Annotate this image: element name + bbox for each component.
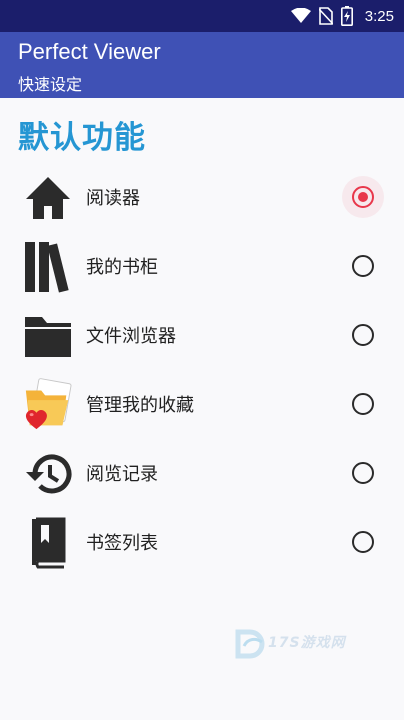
status-icons: 3:25	[290, 5, 394, 27]
watermark: 17S游戏网	[234, 628, 364, 664]
watermark-text: 17S游戏网	[268, 635, 346, 651]
favorite-folder-icon	[22, 378, 74, 431]
radio-file-browser[interactable]	[352, 324, 374, 346]
home-icon	[22, 172, 74, 224]
section-header: 默认功能	[18, 120, 146, 156]
option-reader[interactable]: 阅读器	[0, 164, 404, 233]
history-icon	[22, 448, 74, 500]
radio-manage-favorites[interactable]	[352, 393, 374, 415]
radio-reader[interactable]	[352, 186, 374, 208]
option-manage-favorites[interactable]: 管理我的收藏	[0, 371, 404, 440]
option-reading-history[interactable]: 阅览记录	[0, 440, 404, 509]
option-label: 文件浏览器	[86, 326, 176, 347]
folder-icon	[22, 310, 74, 362]
status-bar: 3:25	[0, 0, 404, 32]
option-label: 阅读器	[86, 188, 140, 209]
wifi-icon	[290, 8, 311, 23]
app-bar: Perfect Viewer 快速设定	[0, 32, 404, 98]
option-label: 我的书柜	[86, 257, 158, 278]
app-title: Perfect Viewer	[18, 39, 161, 64]
option-label: 阅览记录	[86, 464, 158, 485]
radio-bookmark-list[interactable]	[352, 531, 374, 553]
option-label: 书签列表	[86, 533, 158, 554]
bookshelf-icon	[22, 241, 74, 293]
app-subtitle: 快速设定	[18, 75, 83, 94]
watermark-logo-icon	[235, 629, 265, 659]
battery-icon	[340, 6, 353, 26]
no-sim-icon	[318, 7, 333, 25]
option-my-bookshelf[interactable]: 我的书柜	[0, 233, 404, 302]
radio-reading-history[interactable]	[352, 462, 374, 484]
option-label: 管理我的收藏	[86, 395, 194, 416]
radio-my-bookshelf[interactable]	[352, 255, 374, 277]
option-file-browser[interactable]: 文件浏览器	[0, 302, 404, 371]
status-time: 3:25	[364, 7, 394, 25]
bookmark-book-icon	[22, 517, 74, 569]
option-bookmark-list[interactable]: 书签列表	[0, 509, 404, 578]
